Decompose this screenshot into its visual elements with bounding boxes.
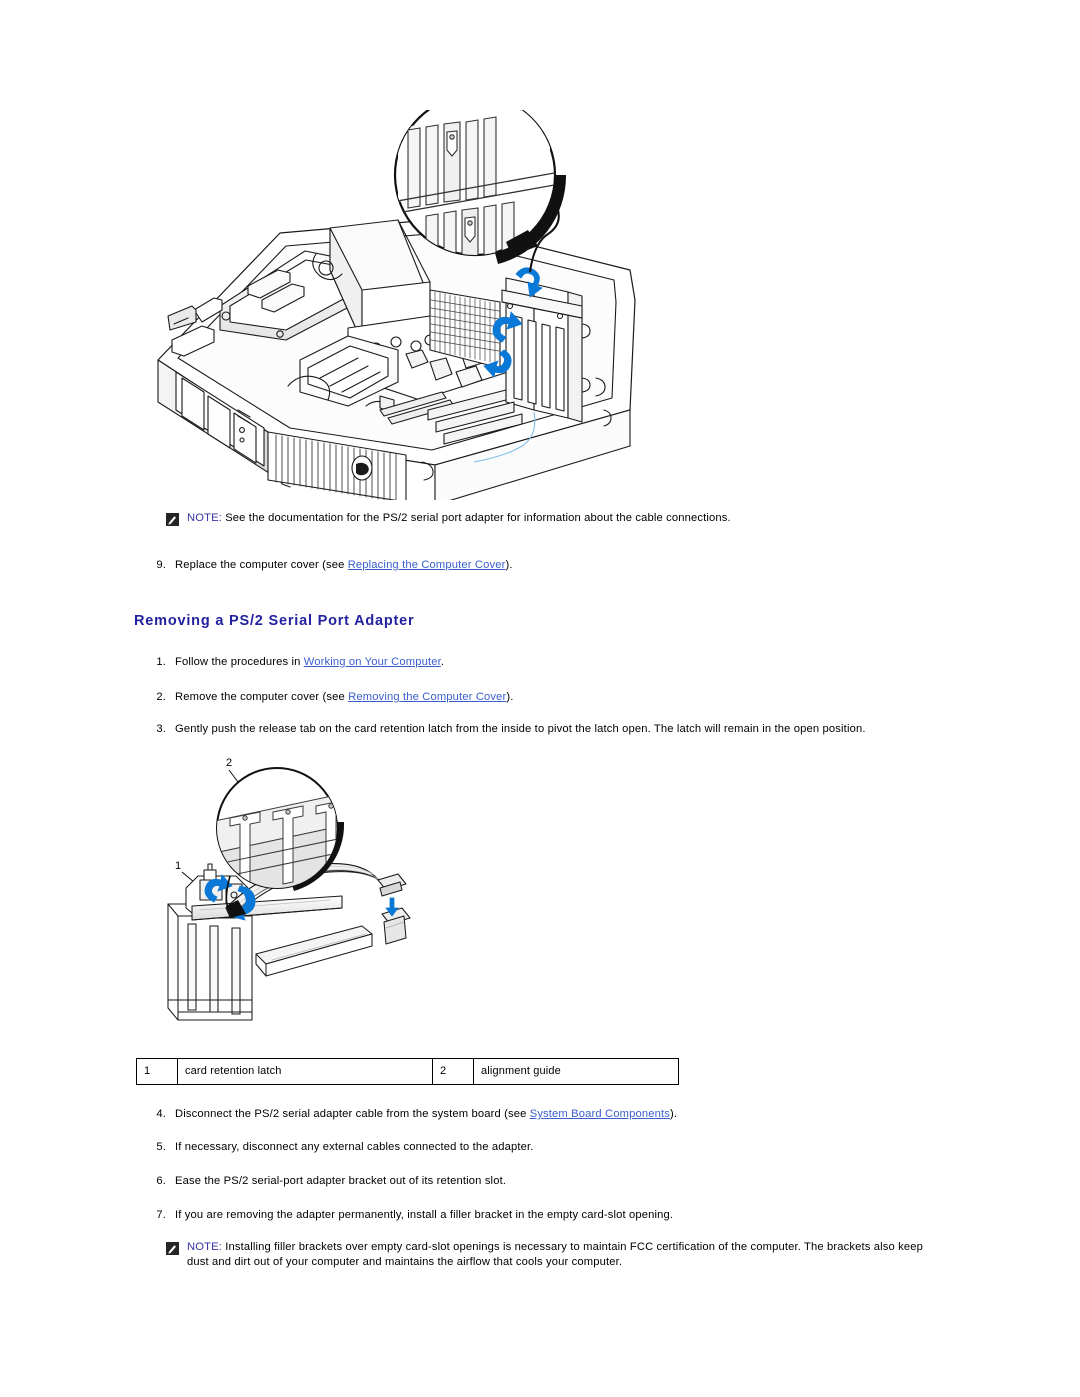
table-row: 1 card retention latch 2 alignment guide bbox=[136, 1058, 679, 1085]
step-number: 4. bbox=[156, 1108, 166, 1120]
step-text: Remove the computer cover (see Removing … bbox=[175, 690, 940, 705]
step-text-before: Disconnect the PS/2 serial adapter cable… bbox=[175, 1108, 530, 1120]
step-number: 2. bbox=[156, 691, 166, 703]
step-number: 6. bbox=[156, 1175, 166, 1187]
step-text: Ease the PS/2 serial-port adapter bracke… bbox=[175, 1175, 507, 1187]
step-number: 7. bbox=[156, 1209, 166, 1221]
note-text: NOTE: Installing filler brackets over em… bbox=[187, 1240, 946, 1270]
note-body: Installing filler brackets over empty ca… bbox=[187, 1241, 923, 1268]
step-text: Gently push the release tab on the card … bbox=[175, 723, 866, 735]
step-6: 6. Ease the PS/2 serial-port adapter bra… bbox=[140, 1174, 960, 1189]
step-1: 1. Follow the procedures in Working on Y… bbox=[140, 655, 940, 670]
step-4: 4. Disconnect the PS/2 serial adapter ca… bbox=[140, 1107, 960, 1122]
step-number: 5. bbox=[156, 1141, 166, 1153]
callout-label-1: card retention latch bbox=[177, 1058, 433, 1085]
step-text-before: Remove the computer cover (see bbox=[175, 691, 349, 703]
step-5: 5. If necessary, disconnect any external… bbox=[140, 1140, 960, 1155]
step-3: 3. Gently push the release tab on the ca… bbox=[140, 722, 980, 737]
step-number: 3. bbox=[156, 723, 166, 735]
figure-callout-table: 1 card retention latch 2 alignment guide bbox=[136, 1058, 679, 1085]
step-text-after: ). bbox=[506, 691, 514, 703]
chassis-figure-svg bbox=[157, 110, 636, 500]
note-pencil-icon bbox=[166, 513, 179, 526]
link-removing-the-computer-cover[interactable]: Removing the Computer Cover bbox=[348, 691, 506, 703]
step-text: Follow the procedures in Working on Your… bbox=[175, 655, 940, 670]
callout-index-2: 2 bbox=[432, 1058, 474, 1085]
note-label: NOTE: bbox=[187, 1241, 222, 1253]
note-label: NOTE: bbox=[187, 512, 222, 524]
note-text: NOTE: See the documentation for the PS/2… bbox=[187, 511, 731, 526]
step-number: 9. bbox=[156, 559, 166, 571]
step-text: Replace the computer cover (see Replacin… bbox=[175, 558, 940, 573]
step-9: 9. Replace the computer cover (see Repla… bbox=[140, 558, 940, 573]
note-callout-filler-brackets: NOTE: Installing filler brackets over em… bbox=[166, 1240, 946, 1270]
step-text: If you are removing the adapter permanen… bbox=[175, 1209, 674, 1221]
card-retention-latch-illustration: 2 1 bbox=[130, 748, 460, 1048]
link-system-board-components[interactable]: System Board Components bbox=[530, 1108, 670, 1120]
step-number: 1. bbox=[156, 656, 166, 668]
callout-label-2: alignment guide bbox=[473, 1058, 679, 1085]
desktop-chassis-open-illustration bbox=[130, 110, 690, 500]
note-callout-cable-connections: NOTE: See the documentation for the PS/2… bbox=[166, 511, 926, 526]
page-section-heading: Removing a PS/2 Serial Port Adapter bbox=[134, 613, 415, 629]
step-text: If necessary, disconnect any external ca… bbox=[175, 1141, 534, 1153]
step-text-after: ). bbox=[505, 559, 513, 571]
note-body: See the documentation for the PS/2 seria… bbox=[221, 512, 731, 524]
link-working-on-your-computer[interactable]: Working on Your Computer bbox=[304, 656, 441, 668]
figure-callout-number-1: 1 bbox=[175, 860, 181, 872]
step-7: 7. If you are removing the adapter perma… bbox=[140, 1208, 960, 1223]
callout-index-1: 1 bbox=[136, 1058, 178, 1085]
step-2: 2. Remove the computer cover (see Removi… bbox=[140, 690, 940, 705]
step-text-before: Follow the procedures in bbox=[175, 656, 304, 668]
latch-figure-svg: 2 1 bbox=[167, 757, 411, 1021]
figure-callout-number-2: 2 bbox=[226, 757, 232, 769]
note-pencil-icon bbox=[166, 1242, 179, 1255]
step-text-after: . bbox=[440, 656, 445, 668]
step-text-before: Replace the computer cover (see bbox=[175, 559, 348, 571]
step-text-after: ). bbox=[669, 1108, 678, 1120]
link-replacing-the-computer-cover[interactable]: Replacing the Computer Cover bbox=[348, 559, 506, 571]
step-text: Disconnect the PS/2 serial adapter cable… bbox=[175, 1107, 960, 1122]
